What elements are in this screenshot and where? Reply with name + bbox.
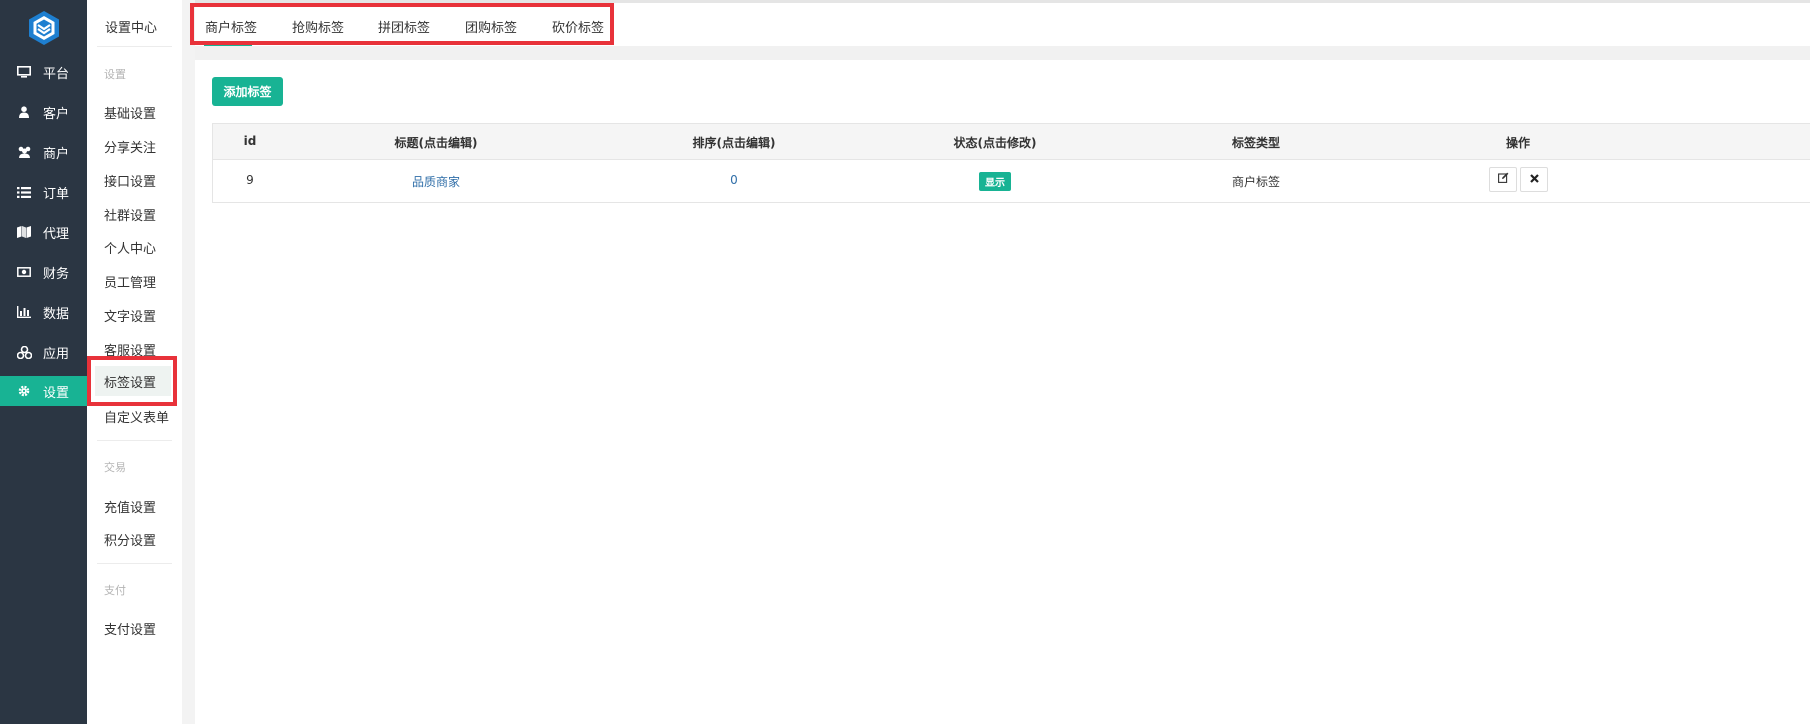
settings-subnav: 设置中心 设置 基础设置 分享关注 接口设置 社群设置 个人中心 员工管理 文字… — [87, 0, 182, 724]
divider — [97, 563, 172, 564]
sidebar-item-label: 数据 — [43, 306, 70, 322]
subnav-item-points[interactable]: 积分设置 — [104, 530, 156, 549]
sidebar-item-label: 订单 — [43, 186, 70, 202]
subnav-item-community[interactable]: 社群设置 — [104, 205, 156, 224]
cell-title-editable[interactable]: 品质商家 — [412, 173, 460, 190]
tags-table: id 标题(点击编辑) 排序(点击编辑) 状态(点击修改) 标签类型 操作 9 … — [212, 123, 1810, 203]
column-gutter — [182, 0, 195, 724]
tag-tabs: 商户标签 抢购标签 拼团标签 团购标签 砍价标签 — [195, 3, 1810, 46]
subnav-item-tags[interactable]: 标签设置 — [95, 366, 171, 396]
sidebar-item-label: 应用 — [43, 346, 70, 362]
subnav-item-custom-form[interactable]: 自定义表单 — [104, 407, 169, 426]
sidebar-item-label: 客户 — [43, 106, 70, 122]
subnav-item-personal[interactable]: 个人中心 — [104, 238, 156, 257]
tab-bargain-tags[interactable]: 砍价标签 — [552, 17, 604, 36]
tab-group-buy-tags[interactable]: 拼团标签 — [378, 17, 430, 36]
column-header-id: id — [243, 134, 257, 148]
subnav-item-recharge[interactable]: 充值设置 — [104, 497, 156, 516]
column-header-actions: 操作 — [1505, 136, 1531, 150]
bar-chart-icon — [16, 304, 32, 320]
status-badge[interactable]: 显示 — [979, 172, 1011, 191]
edit-button[interactable] — [1489, 167, 1517, 192]
sidebar-item-data[interactable]: 数据 — [0, 297, 87, 327]
sidebar-item-customer[interactable]: 客户 — [0, 97, 87, 127]
cell-id: 9 — [246, 173, 254, 187]
subnav-group-label: 交易 — [104, 461, 126, 474]
tab-merchant-tags[interactable]: 商户标签 — [205, 17, 257, 36]
sidebar-item-apps[interactable]: 应用 — [0, 337, 87, 367]
sidebar-item-label: 平台 — [43, 66, 70, 82]
user-icon — [16, 104, 32, 120]
content-separator — [195, 46, 1810, 60]
cell-type: 商户标签 — [1231, 175, 1281, 189]
add-tag-button[interactable]: 添加标签 — [212, 77, 283, 106]
subnav-group-label: 设置 — [104, 68, 126, 81]
subnav-item-basic[interactable]: 基础设置 — [104, 103, 156, 122]
map-icon — [16, 224, 32, 240]
column-header-title: 标题(点击编辑) — [394, 136, 478, 150]
sidebar-item-finance[interactable]: 财务 — [0, 257, 87, 287]
close-icon — [1529, 172, 1539, 187]
sidebar-item-label: 代理 — [43, 226, 70, 242]
main-sidebar: 平台 客户 商户 订单 代理 财务 数据 应用 设置 — [0, 0, 87, 724]
tab-team-buy-tags[interactable]: 团购标签 — [465, 17, 517, 36]
sidebar-item-label: 商户 — [43, 146, 70, 162]
column-header-status: 状态(点击修改) — [953, 136, 1037, 150]
sidebar-item-orders[interactable]: 订单 — [0, 177, 87, 207]
divider — [97, 46, 172, 47]
sidebar-item-platform[interactable]: 平台 — [0, 57, 87, 87]
table-header: id 标题(点击编辑) 排序(点击编辑) 状态(点击修改) 标签类型 操作 — [213, 124, 1810, 160]
sidebar-item-settings[interactable]: 设置 — [0, 376, 87, 406]
money-icon — [16, 264, 32, 280]
main-content: 添加标签 id 标题(点击编辑) 排序(点击编辑) 状态(点击修改) 标签类型 … — [195, 60, 1810, 724]
subnav-item-service[interactable]: 客服设置 — [104, 340, 156, 359]
list-icon — [16, 184, 32, 200]
subnav-title: 设置中心 — [105, 21, 158, 36]
tab-flash-sale-tags[interactable]: 抢购标签 — [292, 17, 344, 36]
monitor-icon — [16, 64, 32, 80]
subnav-item-share[interactable]: 分享关注 — [104, 137, 156, 156]
users-icon — [16, 144, 32, 160]
delete-button[interactable] — [1520, 167, 1548, 192]
subnav-item-payment[interactable]: 支付设置 — [104, 619, 156, 638]
sidebar-item-agent[interactable]: 代理 — [0, 217, 87, 247]
divider — [97, 440, 172, 441]
sidebar-item-label: 财务 — [43, 266, 70, 282]
cell-sort-editable[interactable]: 0 — [730, 173, 738, 187]
subnav-item-text[interactable]: 文字设置 — [104, 306, 156, 325]
subnav-item-api[interactable]: 接口设置 — [104, 171, 156, 190]
subnav-item-staff[interactable]: 员工管理 — [104, 272, 156, 291]
column-header-sort: 排序(点击编辑) — [692, 136, 776, 150]
apps-icon — [16, 344, 32, 360]
column-header-type: 标签类型 — [1231, 136, 1281, 150]
subnav-group-label: 支付 — [104, 584, 126, 597]
edit-icon — [1497, 172, 1509, 187]
sidebar-item-merchant[interactable]: 商户 — [0, 137, 87, 167]
app-logo-icon[interactable] — [26, 10, 62, 46]
gear-icon — [16, 383, 32, 399]
sidebar-item-label: 设置 — [43, 385, 70, 401]
